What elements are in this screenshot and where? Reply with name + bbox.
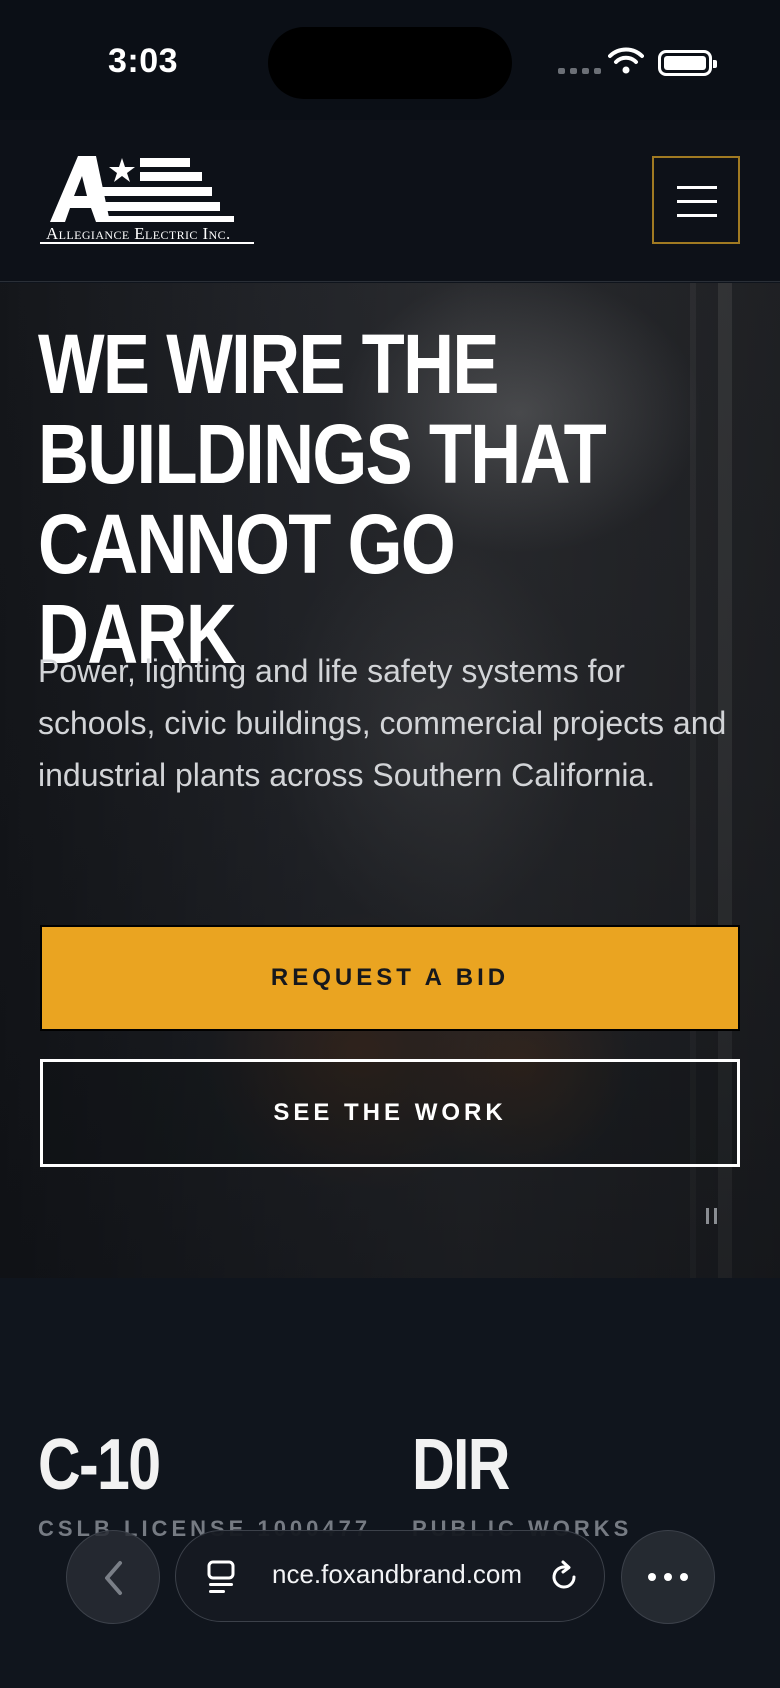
hero-section: WE WIRE THE BUILDINGS THAT CANNOT GO DAR… xyxy=(0,283,780,1278)
more-options-button[interactable] xyxy=(621,1530,715,1624)
hero-subtitle: Power, lighting and life safety systems … xyxy=(38,653,727,793)
request-bid-button[interactable]: REQUEST A BID xyxy=(40,925,740,1031)
status-bar: 3:03 xyxy=(0,0,780,120)
dynamic-island xyxy=(268,27,512,99)
menu-button[interactable] xyxy=(652,156,740,244)
address-bar[interactable]: nce.foxandbrand.com xyxy=(175,1530,605,1622)
pause-icon[interactable] xyxy=(706,1208,718,1224)
url-text[interactable]: nce.foxandbrand.com xyxy=(272,1559,542,1590)
hero-title: WE WIRE THE BUILDINGS THAT CANNOT GO DAR… xyxy=(38,317,607,681)
site-header: Allegiance Electric Inc. xyxy=(0,120,780,282)
status-time: 3:03 xyxy=(108,42,179,80)
cellular-signal-icon xyxy=(558,68,601,74)
more-dots-icon xyxy=(648,1573,656,1581)
logo-text: Allegiance Electric Inc. xyxy=(46,224,231,243)
chevron-left-icon xyxy=(105,1561,122,1595)
credentials-section: C-10 CSLB LICENSE 1000477 DIR PUBLIC WOR… xyxy=(0,1278,780,1688)
tabs-icon xyxy=(207,1560,235,1593)
company-logo[interactable]: Allegiance Electric Inc. xyxy=(40,154,256,250)
battery-icon xyxy=(658,50,717,76)
see-work-button[interactable]: SEE THE WORK xyxy=(40,1059,740,1167)
stat-value: DIR xyxy=(412,1425,510,1505)
wifi-icon xyxy=(608,47,644,74)
stat-value: C-10 xyxy=(38,1425,161,1505)
hamburger-menu-icon xyxy=(677,186,717,189)
back-button[interactable] xyxy=(66,1530,160,1624)
reload-icon[interactable] xyxy=(546,1559,582,1595)
